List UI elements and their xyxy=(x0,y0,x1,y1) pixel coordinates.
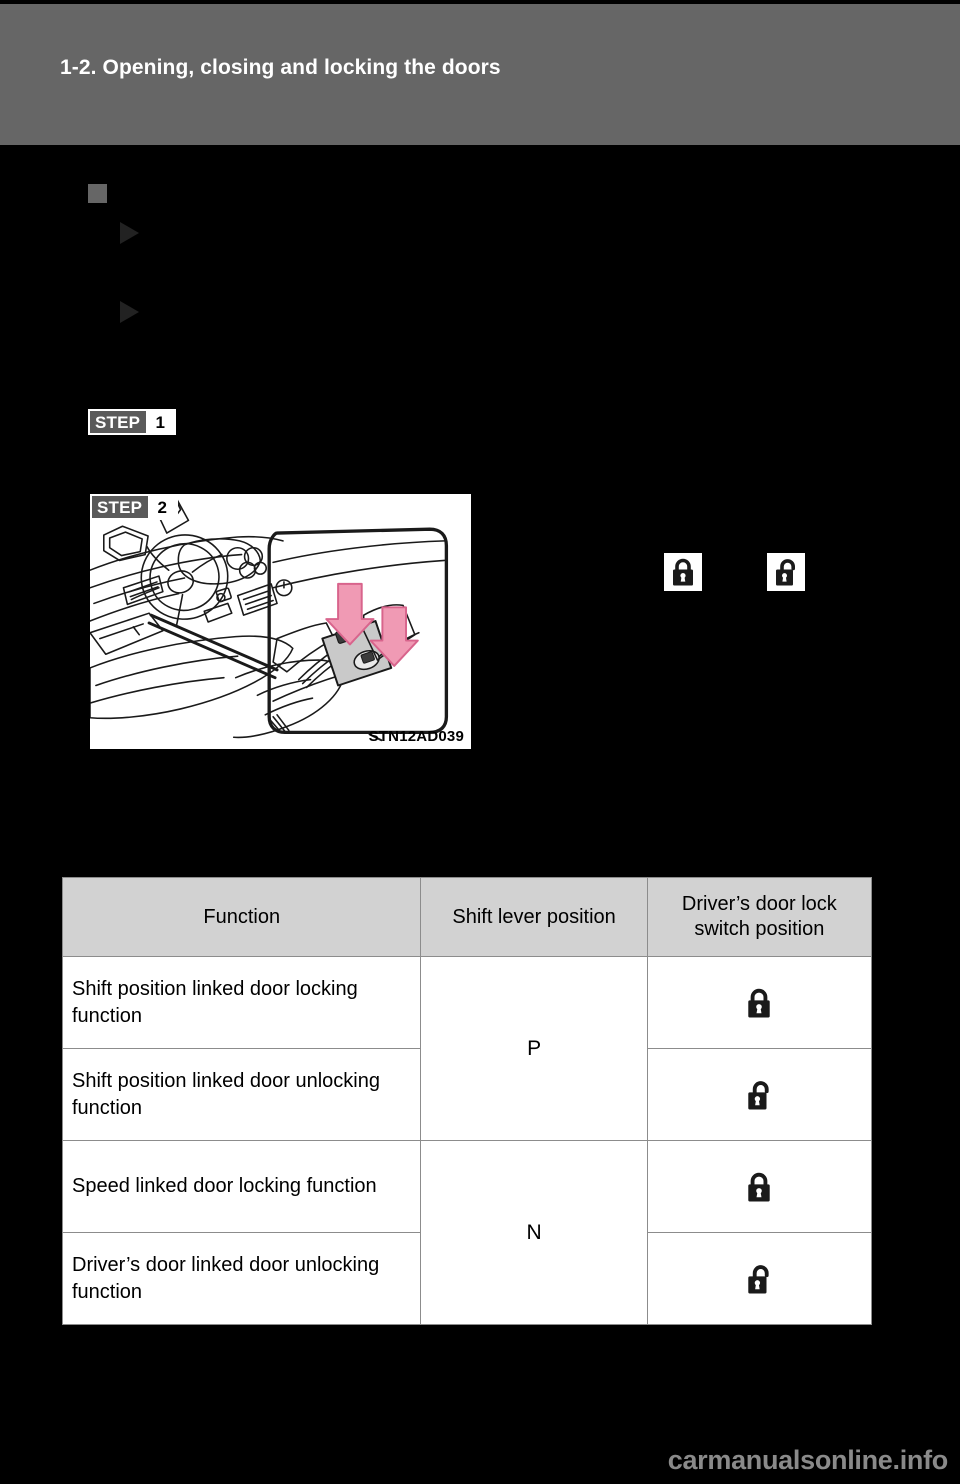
lock-closed-icon xyxy=(748,1172,771,1201)
triangle-marker-icon xyxy=(120,222,139,244)
cell-lock-state-locked xyxy=(646,956,873,1049)
column-header-line-1: Driver’s door lock xyxy=(681,893,837,915)
table-row: Shift position linked door locking funct… xyxy=(61,956,873,1141)
cell-shift-position: P xyxy=(420,956,648,1141)
cell-shift-position: N xyxy=(420,1140,648,1325)
figure-caption: STN12AD039 xyxy=(368,728,464,745)
table-body: Shift position linked door locking funct… xyxy=(61,956,873,1325)
lock-closed-icon xyxy=(748,988,771,1017)
lock-open-icon xyxy=(748,1264,769,1293)
cell-function: Shift position linked door locking funct… xyxy=(61,956,422,1049)
table-header: Function Shift lever position Driver’s d… xyxy=(61,877,873,957)
cell-function: Speed linked door locking function xyxy=(61,1140,422,1233)
triangle-marker-icon xyxy=(120,301,139,323)
page-title: 1-2. Opening, closing and locking the do… xyxy=(60,56,501,79)
page-header-band: 1-2. Opening, closing and locking the do… xyxy=(0,4,960,145)
column-header-door-lock-switch-position: Driver’s door lock switch position xyxy=(646,877,873,957)
cell-function: Driver’s door linked door unlocking func… xyxy=(61,1232,422,1325)
site-watermark: carmanualsonline.info xyxy=(667,1445,949,1475)
cell-function: Shift position linked door unlocking fun… xyxy=(61,1048,422,1141)
lock-open-icon xyxy=(748,1080,769,1109)
step-number: 2 xyxy=(148,496,177,518)
column-header-line-2: switch position xyxy=(694,918,825,940)
step-number: 1 xyxy=(146,411,175,433)
table-header-row: Function Shift lever position Driver’s d… xyxy=(61,877,873,957)
step-label: STEP xyxy=(90,411,147,433)
column-header-shift-lever-position: Shift lever position xyxy=(420,877,648,957)
lock-open-icon xyxy=(767,553,805,591)
lock-closed-icon xyxy=(664,553,702,591)
cell-lock-state-unlocked xyxy=(646,1048,873,1141)
lock-open-glyph xyxy=(776,559,795,586)
step-badge-1: STEP 1 xyxy=(88,409,177,435)
column-header-function: Function xyxy=(61,877,422,957)
cell-lock-state-locked xyxy=(646,1140,873,1233)
step-label: STEP xyxy=(92,496,149,518)
vehicle-interior-illustration-icon xyxy=(90,494,471,749)
cell-lock-state-unlocked xyxy=(646,1232,873,1325)
step-badge-2: STEP 2 xyxy=(90,494,179,520)
figure-vehicle-interior: STEP 2 STN12AD039 xyxy=(87,491,474,752)
section-bullet-icon xyxy=(88,184,107,203)
door-lock-functions-table: Function Shift lever position Driver’s d… xyxy=(61,877,873,1325)
lock-closed-glyph xyxy=(673,558,693,586)
table-row: Speed linked door locking function N xyxy=(61,1140,873,1325)
